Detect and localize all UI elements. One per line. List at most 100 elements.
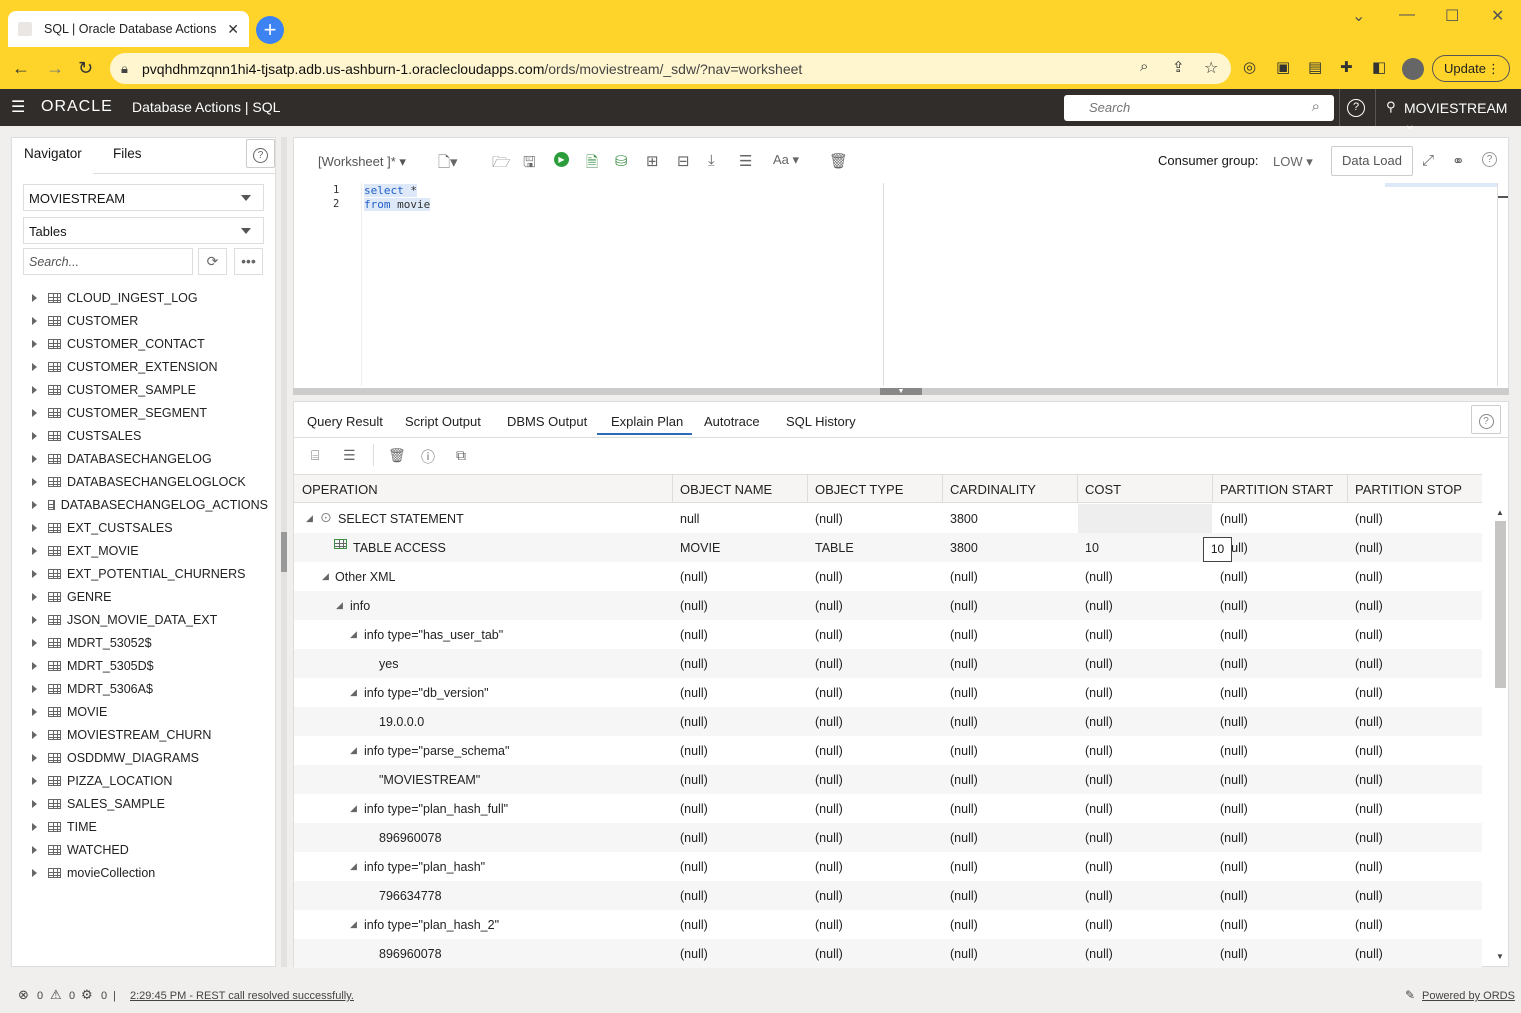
expand-caret-icon[interactable]: [32, 408, 37, 417]
plan-table-row[interactable]: 796634778 (null) (null) (null) (null) (null) (…: [294, 881, 1482, 910]
expand-icon[interactable]: ⤢: [1422, 152, 1434, 169]
expand-caret-icon[interactable]: [32, 615, 37, 624]
more-options-icon[interactable]: •••: [234, 248, 263, 275]
plan-table-row[interactable]: 19.0.0.0 (null) (null) (null) (null) (null) (n…: [294, 707, 1482, 736]
expand-caret-icon[interactable]: [32, 707, 37, 716]
avatar[interactable]: [1402, 58, 1424, 80]
tab-explain-plan[interactable]: Explain Plan: [611, 414, 683, 429]
panel-splitter[interactable]: [281, 137, 287, 967]
expand-caret-icon[interactable]: [32, 822, 37, 831]
expand-caret-icon[interactable]: [32, 845, 37, 854]
table-tree-item[interactable]: CUSTOMER: [28, 309, 268, 332]
col-cardinality[interactable]: CARDINALITY: [950, 482, 1036, 497]
expand-caret-icon[interactable]: [32, 431, 37, 440]
error-icon[interactable]: ⊗: [18, 987, 29, 1003]
table-tree-item[interactable]: SALES_SAMPLE: [28, 792, 268, 815]
table-tree-item[interactable]: movieCollection: [28, 861, 268, 884]
plan-table-row[interactable]: "MOVIESTREAM" (null) (null) (null) (null) (nu…: [294, 765, 1482, 794]
expand-caret-icon[interactable]: [32, 477, 37, 486]
table-tree-item[interactable]: EXT_CUSTSALES: [28, 516, 268, 539]
plan-table-row[interactable]: ◢ Other XML (null) (null) (null) (null) (null)…: [294, 562, 1482, 591]
reload-icon[interactable]: ↻: [78, 58, 93, 79]
save-icon[interactable]: 🖫︎: [523, 152, 536, 177]
expand-caret-icon[interactable]: [32, 569, 37, 578]
table-tree-item[interactable]: EXT_POTENTIAL_CHURNERS: [28, 562, 268, 585]
text-view-icon[interactable]: ☰: [343, 447, 356, 464]
extension-icon[interactable]: ◎: [1243, 58, 1256, 76]
plan-table-row[interactable]: ◢ info type="has_user_tab" (null) (null) (nu…: [294, 620, 1482, 649]
col-object-name[interactable]: OBJECT NAME: [680, 482, 772, 497]
data-load-button[interactable]: Data Load: [1331, 146, 1413, 176]
search-icon[interactable]: ⌕: [1312, 98, 1320, 115]
expand-caret-icon[interactable]: [32, 293, 37, 302]
tab-autotrace[interactable]: Autotrace: [704, 414, 760, 429]
table-tree-item[interactable]: DATABASECHANGELOGLOCK: [28, 470, 268, 493]
expand-caret-icon[interactable]: [32, 316, 37, 325]
table-tree-item[interactable]: DATABASECHANGELOG_ACTIONS: [28, 493, 268, 516]
tab-navigator[interactable]: Navigator: [24, 146, 82, 161]
table-tree-item[interactable]: MOVIESTREAM_CHURN: [28, 723, 268, 746]
editor-scrollbar[interactable]: [1497, 183, 1508, 386]
col-partition-stop[interactable]: PARTITION STOP: [1355, 482, 1462, 497]
bookmark-star-icon[interactable]: ☆: [1204, 58, 1218, 78]
scroll-thumb[interactable]: [1495, 521, 1506, 688]
font-icon[interactable]: Aa ▾: [773, 152, 799, 168]
table-tree-item[interactable]: EXT_MOVIE: [28, 539, 268, 562]
tab-files[interactable]: Files: [113, 146, 142, 161]
expand-caret-icon[interactable]: [32, 753, 37, 762]
collapse-caret-icon[interactable]: ◢: [322, 571, 329, 582]
format-icon[interactable]: ☰: [739, 152, 752, 170]
help-icon[interactable]: ?: [1347, 99, 1365, 117]
expand-caret-icon[interactable]: [32, 385, 37, 394]
autotrace-icon[interactable]: ⊞: [646, 152, 659, 170]
run-statement-icon[interactable]: ▶: [554, 152, 569, 167]
share-icon[interactable]: ⇪: [1172, 58, 1185, 76]
lock-icon[interactable]: 🔒︎: [121, 61, 128, 77]
plan-table-row[interactable]: ◢ info type="plan_hash_2" (null) (null) (nul…: [294, 910, 1482, 939]
col-operation[interactable]: OPERATION: [302, 482, 378, 497]
zoom-icon[interactable]: ⌕: [1140, 58, 1148, 75]
navigator-help-button[interactable]: ?: [246, 139, 275, 168]
forward-icon[interactable]: →: [46, 58, 64, 79]
extension-icon-2[interactable]: ▣: [1276, 58, 1290, 76]
user-menu[interactable]: MOVIESTREAM ⌄: [1404, 100, 1521, 133]
gear-icon[interactable]: ⚙: [81, 987, 93, 1003]
table-tree-item[interactable]: TIME: [28, 815, 268, 838]
consumer-group-select[interactable]: LOW ▾: [1273, 154, 1313, 170]
table-tree-item[interactable]: CLOUD_INGEST_LOG: [28, 286, 268, 309]
plan-table-row[interactable]: ◢⊙SELECT STATEMENTnull(null)380010(null)…: [294, 504, 1482, 533]
table-tree-item[interactable]: CUSTOMER_SAMPLE: [28, 378, 268, 401]
tab-query-result[interactable]: Query Result: [307, 414, 383, 429]
clear-icon[interactable]: ⊟: [677, 152, 690, 170]
close-window-icon[interactable]: ✕: [1491, 6, 1504, 26]
expand-caret-icon[interactable]: [32, 454, 37, 463]
extension-icon-3[interactable]: ▤: [1308, 58, 1322, 76]
plan-table-row[interactable]: ◢ info (null) (null) (null) (null) (null) (null…: [294, 591, 1482, 620]
plan-table-row[interactable]: ◢ info type="parse_schema" (null) (null) (nu…: [294, 736, 1482, 765]
tab-dbms-output[interactable]: DBMS Output: [507, 414, 587, 429]
expand-caret-icon[interactable]: [32, 362, 37, 371]
run-script-icon[interactable]: 🗎︎: [586, 152, 598, 177]
table-tree-item[interactable]: CUSTOMER_CONTACT: [28, 332, 268, 355]
sidepanel-icon[interactable]: ◧: [1372, 58, 1386, 76]
delete-icon[interactable]: 🗑︎: [388, 447, 406, 464]
plan-table-row[interactable]: ◢ info type="plan_hash_full" (null) (null) (…: [294, 794, 1482, 823]
col-cost[interactable]: COST: [1085, 482, 1121, 497]
new-tab-button[interactable]: +: [256, 16, 284, 44]
collapse-caret-icon[interactable]: ◢: [350, 745, 357, 756]
table-tree-item[interactable]: MDRT_53052$: [28, 631, 268, 654]
expand-caret-icon[interactable]: [32, 799, 37, 808]
update-button[interactable]: Update ⋮: [1432, 55, 1510, 82]
maximize-icon[interactable]: ☐: [1445, 6, 1459, 26]
collapse-caret-icon[interactable]: ◢: [350, 629, 357, 640]
table-tree-item[interactable]: MOVIE: [28, 700, 268, 723]
expand-caret-icon[interactable]: [32, 500, 37, 509]
results-help-button[interactable]: ?: [1471, 405, 1501, 434]
col-partition-start[interactable]: PARTITION START: [1220, 482, 1333, 497]
new-worksheet-icon[interactable]: 🗋︎▾: [438, 152, 458, 177]
collapse-caret-icon[interactable]: ◢: [350, 803, 357, 814]
expand-caret-icon[interactable]: [32, 339, 37, 348]
powered-by-link[interactable]: Powered by ORDS: [1422, 990, 1515, 1002]
diagram-icon[interactable]: ⌸: [311, 447, 319, 464]
plan-table-row[interactable]: 896960078 (null) (null) (null) (null) (null) (…: [294, 939, 1482, 968]
